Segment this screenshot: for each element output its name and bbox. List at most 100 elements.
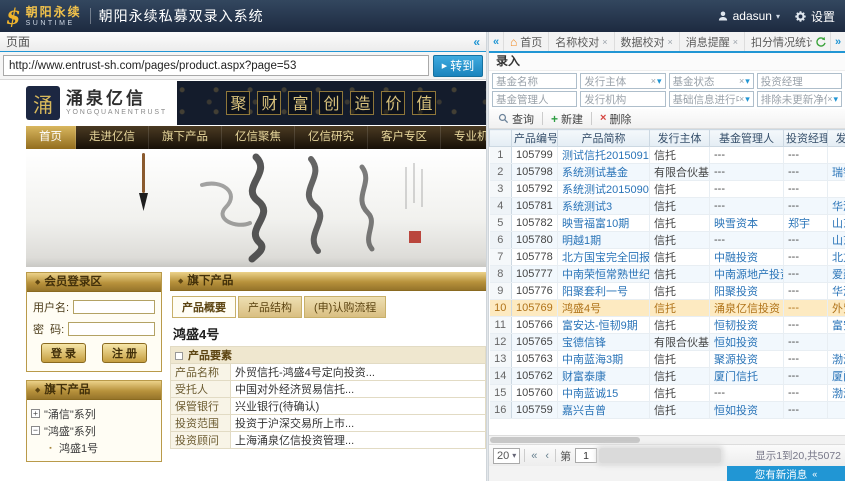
tree-node[interactable]: + "涌信"系列 (31, 405, 157, 422)
cell-issuing-institution[interactable]: 北方 (828, 249, 845, 266)
cell-issuing-institution[interactable]: 富安 (828, 317, 845, 334)
cell-investment-manager[interactable]: --- (784, 198, 828, 215)
chevron-down-icon[interactable] (657, 75, 662, 87)
tree-expander-icon[interactable]: − (31, 426, 40, 435)
grid-row[interactable]: 11 105766 富安达-恒韧9期 信托 恒韧投资 --- 富安 (490, 317, 845, 334)
cell-product-name[interactable]: 系统测试3 (558, 198, 650, 215)
close-icon[interactable] (668, 37, 673, 47)
user-menu[interactable]: adasun ▾ (717, 9, 780, 23)
cell-investment-manager[interactable]: --- (784, 232, 828, 249)
tree-expander-icon[interactable] (46, 443, 55, 452)
close-icon[interactable] (602, 37, 607, 47)
tab[interactable]: 名称校对 (549, 32, 614, 51)
filter-field[interactable]: 发行主体 (580, 73, 665, 89)
clear-icon[interactable] (651, 75, 656, 87)
delete-button[interactable]: 删除 (594, 110, 637, 128)
grid-row[interactable]: 12 105765 宝德信锋 有限合伙基金 恒如投资 --- (490, 334, 845, 351)
site-username-input[interactable] (73, 300, 155, 314)
site-nav-item[interactable]: 旗下产品 (149, 126, 222, 149)
cell-investment-manager[interactable]: --- (784, 249, 828, 266)
grid-row[interactable]: 1 105799 测试信托20150910 信托 --- --- (490, 147, 845, 164)
cell-product-name[interactable]: 测试信托20150910 (558, 147, 650, 164)
cell-fund-manager[interactable]: --- (710, 198, 784, 215)
cell-issuing-institution[interactable]: 华润 (828, 283, 845, 300)
cell-investment-manager[interactable]: --- (784, 402, 828, 419)
cell-investment-manager[interactable]: --- (784, 181, 828, 198)
clear-icon[interactable] (827, 93, 832, 105)
register-button[interactable]: 注 册 (102, 343, 147, 363)
collapse-panel-icon[interactable]: « (473, 35, 480, 49)
cell-issuing-institution[interactable] (828, 181, 845, 198)
filter-field[interactable]: 投资经理 (757, 73, 842, 89)
grid-row[interactable]: 6 105780 明越1期 信托 --- --- 山东 (490, 232, 845, 249)
cell-issuing-institution[interactable]: 外贸 (828, 300, 845, 317)
search-button[interactable]: 查询 (492, 110, 540, 128)
cell-issuing-institution[interactable]: 爱建 (828, 266, 845, 283)
new-message-button[interactable]: 您有新消息 « (727, 466, 845, 481)
site-nav-item[interactable]: 首页 (26, 126, 76, 149)
cell-issuing-institution[interactable]: 厦门 (828, 368, 845, 385)
grid-row[interactable]: 10 105769 鸿盛4号 信托 涌泉亿信投资 --- 外贸 (490, 300, 845, 317)
go-button[interactable]: ▶ 转到 (433, 55, 483, 77)
grid-row[interactable]: 9 105776 阳聚套利一号 信托 阳聚投资 --- 华润 (490, 283, 845, 300)
cell-fund-manager[interactable]: --- (710, 385, 784, 402)
site-nav-item[interactable]: 客户专区 (368, 126, 441, 149)
cell-product-name[interactable]: 阳聚套利一号 (558, 283, 650, 300)
cell-investment-manager[interactable]: --- (784, 164, 828, 181)
column-header[interactable]: 产品编号 (512, 130, 558, 147)
cell-investment-manager[interactable]: --- (784, 351, 828, 368)
cell-product-name[interactable]: 中南荣恒常熟世纪晶城 (558, 266, 650, 283)
cell-fund-manager[interactable]: --- (710, 181, 784, 198)
grid-row[interactable]: 2 105798 系统测试基金 有限合伙基金 --- --- 瑞银 (490, 164, 845, 181)
cell-issuing-institution[interactable]: 山东 (828, 215, 845, 232)
cell-investment-manager[interactable]: --- (784, 334, 828, 351)
cell-fund-manager[interactable]: 厦门信托 (710, 368, 784, 385)
cell-fund-manager[interactable]: --- (710, 147, 784, 164)
product-tab[interactable]: 产品概要 (172, 296, 236, 318)
cell-product-name[interactable]: 中南蓝海3期 (558, 351, 650, 368)
column-header[interactable]: 发行主体 (650, 130, 710, 147)
cell-fund-manager[interactable]: 阳聚投资 (710, 283, 784, 300)
cell-issuing-institution[interactable]: 山东 (828, 232, 845, 249)
grid-row[interactable]: 3 105792 系统测试20150909 信托 --- --- (490, 181, 845, 198)
chevron-down-icon[interactable] (745, 75, 750, 87)
tree-node[interactable]: − "鸿盛"系列 (31, 422, 157, 439)
url-input[interactable]: http://www.entrust-sh.com/pages/product.… (3, 55, 429, 76)
filter-field[interactable]: 基金状态 (669, 73, 754, 89)
close-icon[interactable] (733, 37, 738, 47)
tree-node[interactable]: 鸿盛1号 (31, 439, 157, 456)
add-button[interactable]: 新建 (545, 110, 589, 128)
cell-issuing-institution[interactable]: 瑞银 (828, 164, 845, 181)
grid-row[interactable]: 4 105781 系统测试3 信托 --- --- 华润 (490, 198, 845, 215)
tab[interactable]: 消息提醒 (680, 32, 745, 51)
checkbox-icon[interactable] (175, 352, 183, 360)
cell-issuing-institution[interactable]: 渤海 (828, 351, 845, 368)
cell-investment-manager[interactable]: --- (784, 368, 828, 385)
cell-product-name[interactable]: 系统测试20150909 (558, 181, 650, 198)
cell-fund-manager[interactable]: 恒如投资 (710, 334, 784, 351)
scroll-tabs-right-icon[interactable]: » (830, 32, 845, 51)
cell-investment-manager[interactable]: 郑宇 (784, 215, 828, 232)
site-nav-item[interactable]: 亿信研究 (295, 126, 368, 149)
cell-product-name[interactable]: 中南蓝诚15 (558, 385, 650, 402)
cell-investment-manager[interactable]: --- (784, 283, 828, 300)
cell-investment-manager[interactable]: --- (784, 147, 828, 164)
grid-row[interactable]: 13 105763 中南蓝海3期 信托 聚源投资 --- 渤海 (490, 351, 845, 368)
horizontal-scrollbar[interactable] (489, 435, 845, 444)
cell-product-name[interactable]: 映雪福富10期 (558, 215, 650, 232)
product-tab[interactable]: (申)认购流程 (304, 296, 386, 318)
scroll-tabs-left-icon[interactable]: « (489, 32, 504, 51)
cell-fund-manager[interactable]: 映雪资本 (710, 215, 784, 232)
site-password-input[interactable] (68, 322, 155, 336)
filter-field[interactable]: 基金名称 (492, 73, 577, 89)
cell-product-name[interactable]: 系统测试基金 (558, 164, 650, 181)
cell-investment-manager[interactable]: --- (784, 317, 828, 334)
cell-product-name[interactable]: 鸿盛4号 (558, 300, 650, 317)
cell-fund-manager[interactable]: 涌泉亿信投资 (710, 300, 784, 317)
login-button[interactable]: 登 录 (41, 343, 86, 363)
grid-row[interactable]: 14 105762 财富泰康 信托 厦门信托 --- 厦门 (490, 368, 845, 385)
cell-issuing-institution[interactable] (828, 334, 845, 351)
filter-field[interactable]: 发行机构 (580, 91, 665, 107)
tab[interactable]: 扣分情况统计 (745, 32, 812, 51)
clear-icon[interactable] (739, 93, 744, 105)
